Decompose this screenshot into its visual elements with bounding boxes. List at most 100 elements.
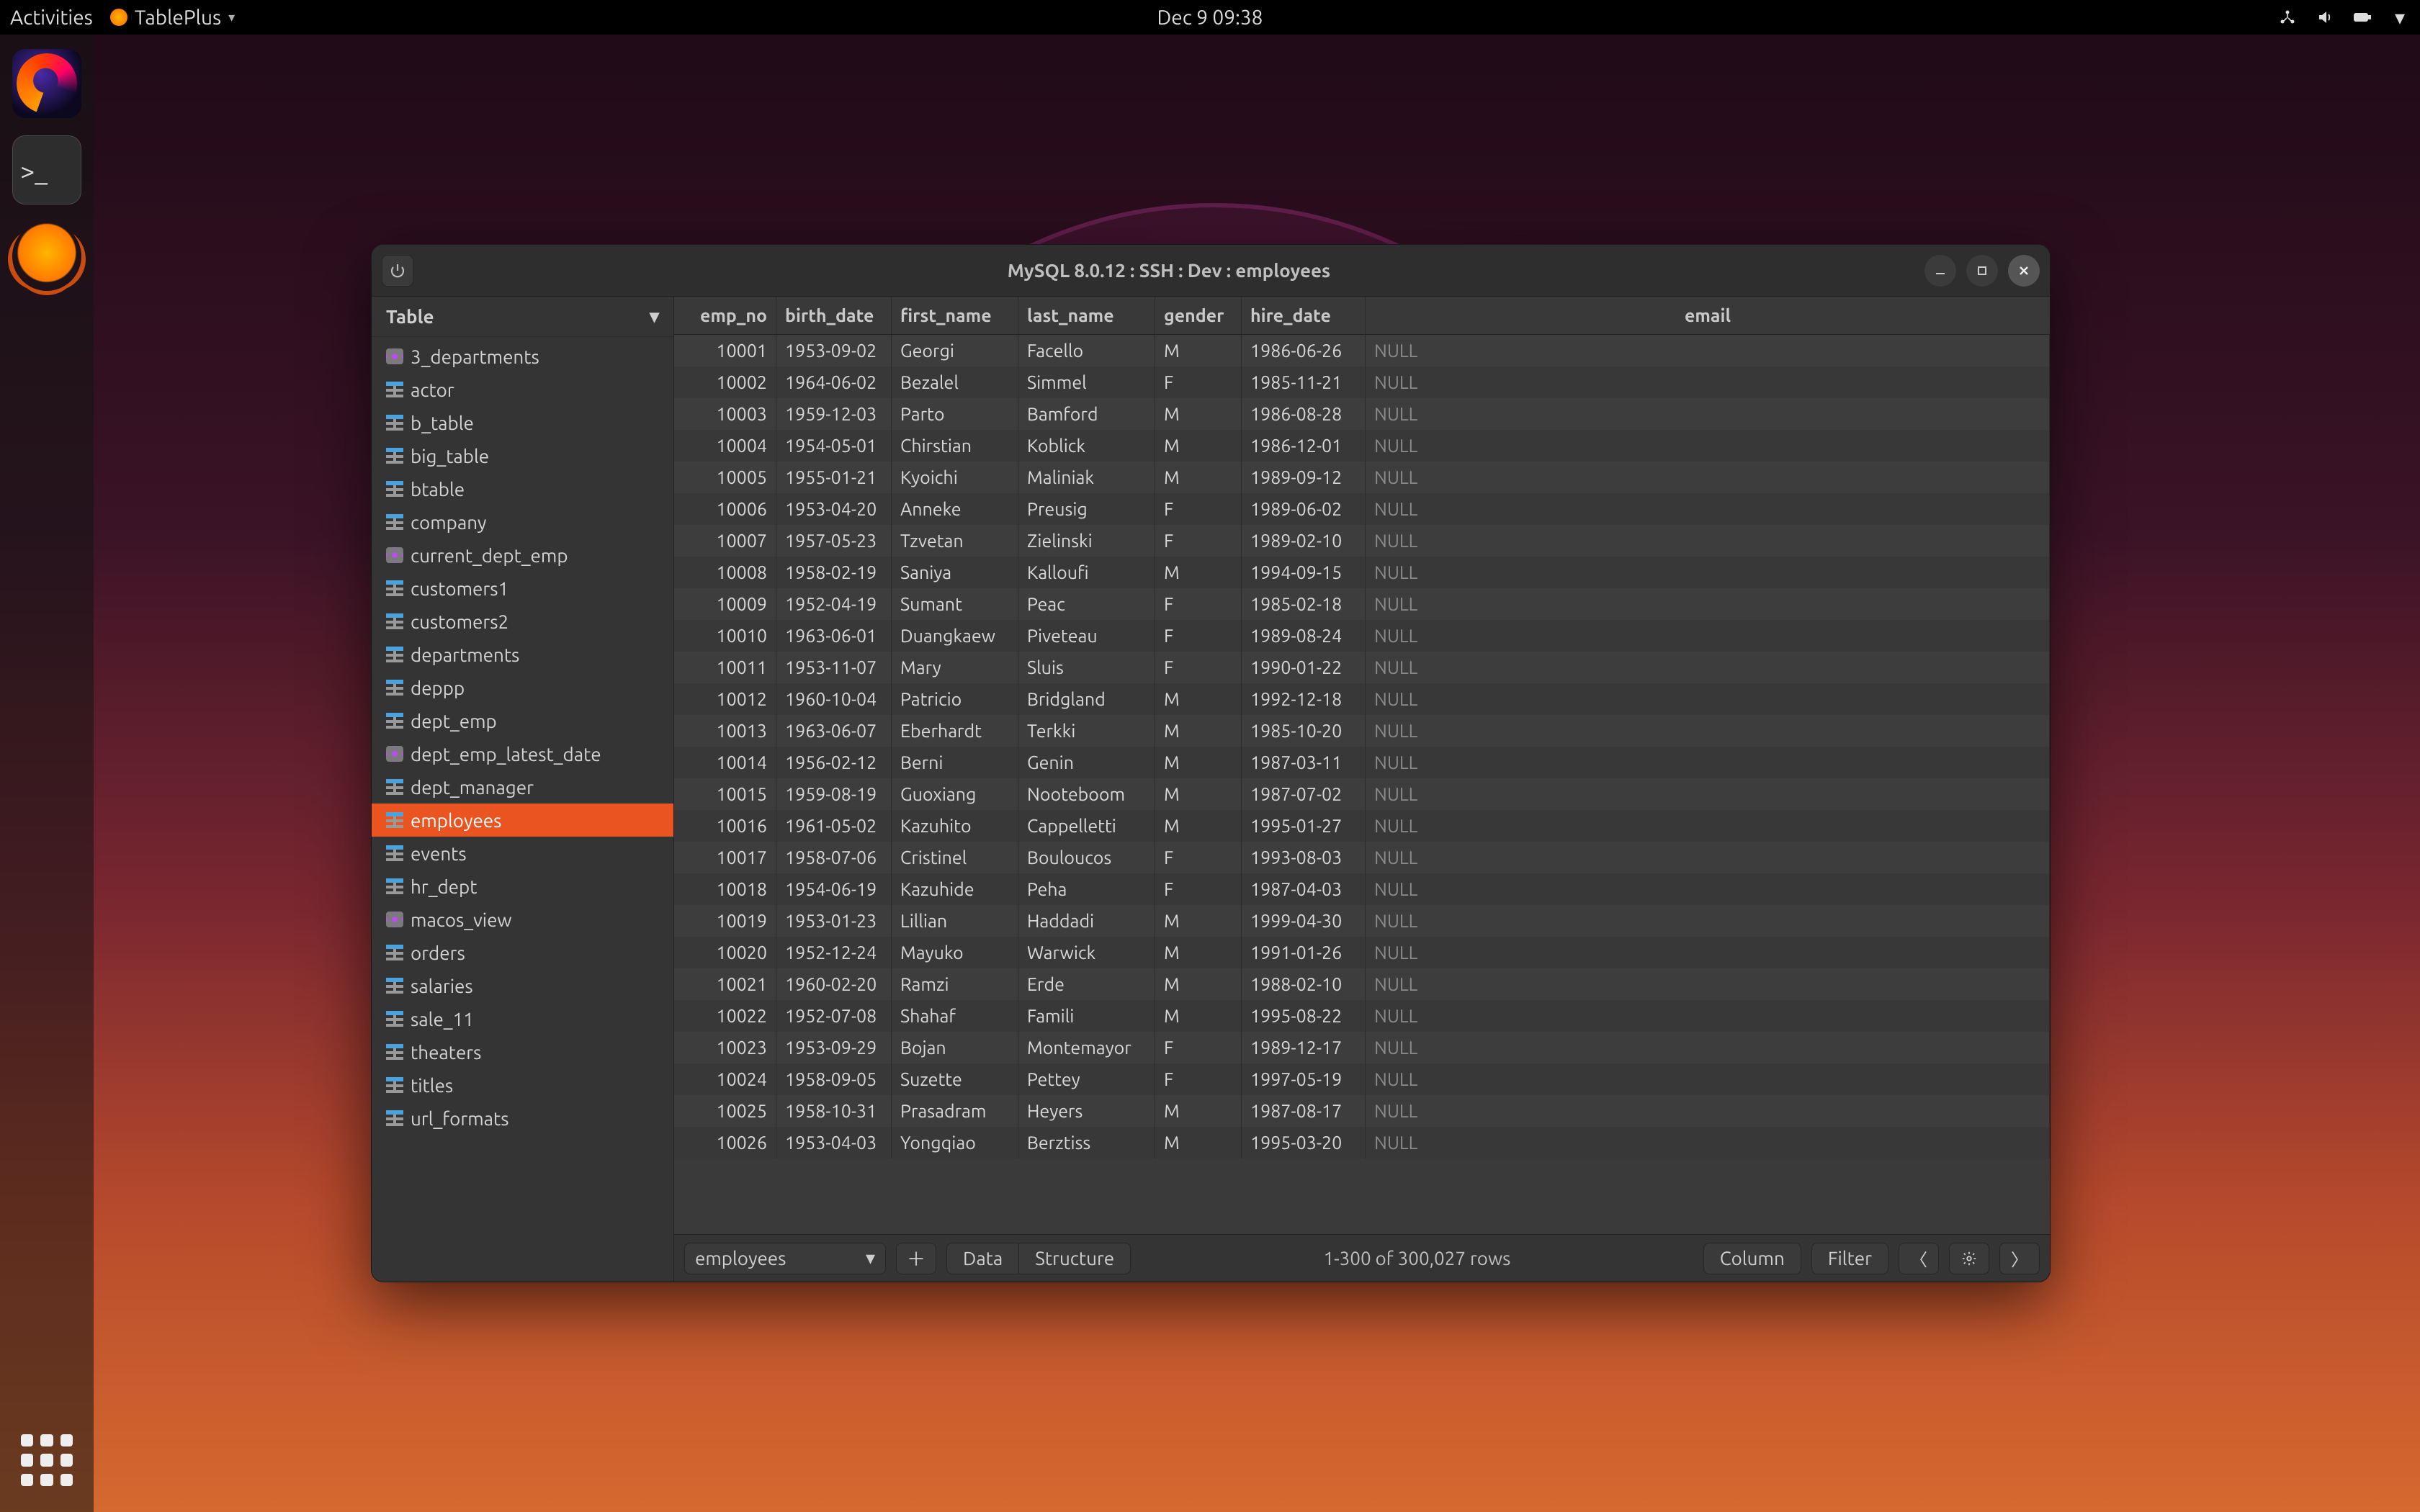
cell-first_name[interactable]: Prasadram	[892, 1095, 1018, 1127]
window-maximize-button[interactable]	[1966, 255, 1998, 287]
cell-hire_date[interactable]: 1985-02-18	[1242, 588, 1366, 620]
table-selector[interactable]: employees ▾	[684, 1243, 886, 1274]
cell-hire_date[interactable]: 1989-09-12	[1242, 462, 1366, 493]
battery-icon[interactable]	[2352, 9, 2372, 26]
sidebar-item-dept_emp[interactable]: dept_emp	[372, 704, 673, 737]
sidebar-item-orders[interactable]: orders	[372, 936, 673, 969]
cell-first_name[interactable]: Chirstian	[892, 430, 1018, 462]
cell-hire_date[interactable]: 1989-12-17	[1242, 1032, 1366, 1063]
cell-email[interactable]: NULL	[1366, 652, 2050, 683]
cell-first_name[interactable]: Mary	[892, 652, 1018, 683]
cell-first_name[interactable]: Georgi	[892, 335, 1018, 366]
cell-email[interactable]: NULL	[1366, 747, 2050, 778]
cell-first_name[interactable]: Sumant	[892, 588, 1018, 620]
show-applications-button[interactable]	[21, 1434, 73, 1486]
table-row[interactable]: 100061953-04-20AnnekePreusigF1989-06-02N…	[674, 493, 2050, 525]
cell-hire_date[interactable]: 1995-08-22	[1242, 1000, 1366, 1032]
cell-last_name[interactable]: Bamford	[1018, 398, 1155, 430]
column-header-email[interactable]: email	[1366, 297, 2050, 334]
cell-birth_date[interactable]: 1956-02-12	[776, 747, 892, 778]
cell-emp_no[interactable]: 10017	[674, 842, 776, 873]
cell-last_name[interactable]: Kalloufi	[1018, 557, 1155, 588]
cell-emp_no[interactable]: 10021	[674, 968, 776, 1000]
cell-emp_no[interactable]: 10018	[674, 873, 776, 905]
next-page-button[interactable]: 〉	[1999, 1243, 2040, 1274]
cell-first_name[interactable]: Saniya	[892, 557, 1018, 588]
cell-first_name[interactable]: Bezalel	[892, 366, 1018, 398]
cell-gender[interactable]: F	[1155, 525, 1242, 557]
sidebar-item-macos_view[interactable]: macos_view	[372, 903, 673, 936]
cell-birth_date[interactable]: 1958-10-31	[776, 1095, 892, 1127]
settings-button[interactable]	[1949, 1243, 1989, 1274]
cell-emp_no[interactable]: 10004	[674, 430, 776, 462]
dock-firefox-icon[interactable]	[12, 49, 81, 118]
cell-email[interactable]: NULL	[1366, 810, 2050, 842]
dock-tableplus-icon[interactable]	[12, 222, 81, 291]
cell-birth_date[interactable]: 1961-05-02	[776, 810, 892, 842]
cell-gender[interactable]: F	[1155, 493, 1242, 525]
cell-hire_date[interactable]: 1989-02-10	[1242, 525, 1366, 557]
volume-icon[interactable]	[2315, 9, 2335, 26]
cell-birth_date[interactable]: 1958-02-19	[776, 557, 892, 588]
sidebar-item-hr_dept[interactable]: hr_dept	[372, 870, 673, 903]
cell-gender[interactable]: F	[1155, 588, 1242, 620]
table-row[interactable]: 100151959-08-19GuoxiangNooteboomM1987-07…	[674, 778, 2050, 810]
table-row[interactable]: 100231953-09-29BojanMontemayorF1989-12-1…	[674, 1032, 2050, 1063]
cell-gender[interactable]: F	[1155, 1032, 1242, 1063]
column-header-gender[interactable]: gender	[1155, 297, 1242, 334]
column-header-hire_date[interactable]: hire_date	[1242, 297, 1366, 334]
table-row[interactable]: 100161961-05-02KazuhitoCappellettiM1995-…	[674, 810, 2050, 842]
cell-email[interactable]: NULL	[1366, 430, 2050, 462]
cell-first_name[interactable]: Patricio	[892, 683, 1018, 715]
sidebar-item-employees[interactable]: employees	[372, 804, 673, 837]
cell-first_name[interactable]: Suzette	[892, 1063, 1018, 1095]
cell-emp_no[interactable]: 10015	[674, 778, 776, 810]
cell-gender[interactable]: M	[1155, 715, 1242, 747]
cell-emp_no[interactable]: 10019	[674, 905, 776, 937]
cell-email[interactable]: NULL	[1366, 557, 2050, 588]
cell-last_name[interactable]: Sluis	[1018, 652, 1155, 683]
cell-hire_date[interactable]: 1986-08-28	[1242, 398, 1366, 430]
cell-hire_date[interactable]: 1993-08-03	[1242, 842, 1366, 873]
cell-emp_no[interactable]: 10011	[674, 652, 776, 683]
cell-email[interactable]: NULL	[1366, 778, 2050, 810]
add-table-button[interactable]: ＋	[896, 1243, 936, 1274]
cell-email[interactable]: NULL	[1366, 525, 2050, 557]
cell-hire_date[interactable]: 1991-01-26	[1242, 937, 1366, 968]
table-row[interactable]: 100211960-02-20RamziErdeM1988-02-10NULL	[674, 968, 2050, 1000]
sidebar-item-big_table[interactable]: big_table	[372, 439, 673, 472]
cell-last_name[interactable]: Terkki	[1018, 715, 1155, 747]
cell-birth_date[interactable]: 1953-04-20	[776, 493, 892, 525]
sidebar-item-events[interactable]: events	[372, 837, 673, 870]
table-row[interactable]: 100091952-04-19SumantPeacF1985-02-18NULL	[674, 588, 2050, 620]
column-header-first_name[interactable]: first_name	[892, 297, 1018, 334]
cell-hire_date[interactable]: 1989-06-02	[1242, 493, 1366, 525]
sidebar-item-b_table[interactable]: b_table	[372, 406, 673, 439]
cell-first_name[interactable]: Kyoichi	[892, 462, 1018, 493]
column-header-last_name[interactable]: last_name	[1018, 297, 1155, 334]
cell-last_name[interactable]: Simmel	[1018, 366, 1155, 398]
cell-last_name[interactable]: Bridgland	[1018, 683, 1155, 715]
cell-birth_date[interactable]: 1958-07-06	[776, 842, 892, 873]
cell-email[interactable]: NULL	[1366, 462, 2050, 493]
table-row[interactable]: 100201952-12-24MayukoWarwickM1991-01-26N…	[674, 937, 2050, 968]
cell-emp_no[interactable]: 10002	[674, 366, 776, 398]
cell-hire_date[interactable]: 1987-08-17	[1242, 1095, 1366, 1127]
cell-hire_date[interactable]: 1986-12-01	[1242, 430, 1366, 462]
cell-first_name[interactable]: Guoxiang	[892, 778, 1018, 810]
cell-hire_date[interactable]: 1990-01-22	[1242, 652, 1366, 683]
cell-first_name[interactable]: Eberhardt	[892, 715, 1018, 747]
cell-hire_date[interactable]: 1987-07-02	[1242, 778, 1366, 810]
cell-emp_no[interactable]: 10006	[674, 493, 776, 525]
cell-birth_date[interactable]: 1953-09-29	[776, 1032, 892, 1063]
table-row[interactable]: 100051955-01-21KyoichiMaliniakM1989-09-1…	[674, 462, 2050, 493]
table-row[interactable]: 100191953-01-23LillianHaddadiM1999-04-30…	[674, 905, 2050, 937]
cell-emp_no[interactable]: 10001	[674, 335, 776, 366]
cell-email[interactable]: NULL	[1366, 715, 2050, 747]
cell-hire_date[interactable]: 1989-08-24	[1242, 620, 1366, 652]
cell-birth_date[interactable]: 1952-12-24	[776, 937, 892, 968]
cell-hire_date[interactable]: 1995-01-27	[1242, 810, 1366, 842]
cell-emp_no[interactable]: 10016	[674, 810, 776, 842]
cell-hire_date[interactable]: 1985-10-20	[1242, 715, 1366, 747]
cell-first_name[interactable]: Berni	[892, 747, 1018, 778]
